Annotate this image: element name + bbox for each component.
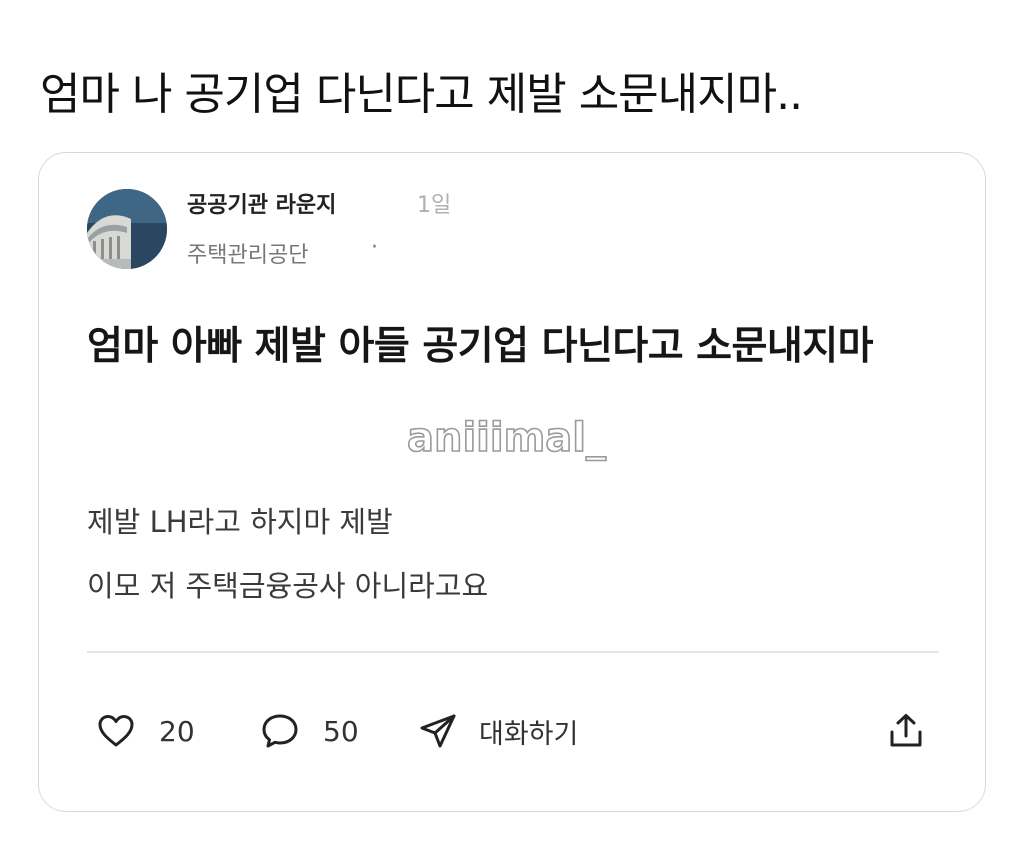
action-bar: 20 50 대화하기 xyxy=(95,709,945,753)
post-card[interactable]: 공공기관 라운지 1일 주택관리공단 · 엄마 아빠 제발 아들 공기업 다닌다… xyxy=(38,152,986,812)
author-name[interactable]: 공공기관 라운지 xyxy=(187,187,336,219)
like-count: 20 xyxy=(159,714,195,748)
comment-button[interactable]: 50 xyxy=(259,709,359,753)
comment-count: 50 xyxy=(323,714,359,748)
board-name[interactable]: 주택관리공단 xyxy=(187,237,308,269)
post-body-line: 이모 저 주택금융공사 아니라고요 xyxy=(87,569,489,603)
avatar[interactable] xyxy=(87,189,167,269)
share-button[interactable] xyxy=(885,709,927,753)
divider xyxy=(87,651,939,653)
post-title: 엄마 아빠 제발 아들 공기업 다닌다고 소문내지마 xyxy=(87,324,874,369)
post-body-line: 제발 LH라고 하지마 제발 xyxy=(87,505,393,539)
watermark: aniiimal_ xyxy=(406,414,607,462)
board-separator: · xyxy=(371,235,378,260)
like-button[interactable]: 20 xyxy=(95,709,195,753)
paper-plane-icon xyxy=(420,714,456,748)
speech-bubble-icon xyxy=(262,714,298,748)
upload-icon xyxy=(890,714,922,747)
message-button[interactable]: 대화하기 xyxy=(417,709,578,753)
headline: 엄마 나 공기업 다닌다고 제발 소문내지마.. xyxy=(40,69,803,120)
page: 엄마 나 공기업 다닌다고 제발 소문내지마.. 공공기관 라운지 1일 주택관… xyxy=(0,0,1024,850)
message-label: 대화하기 xyxy=(479,718,579,750)
heart-icon xyxy=(98,715,134,747)
post-time: 1일 xyxy=(417,193,452,218)
